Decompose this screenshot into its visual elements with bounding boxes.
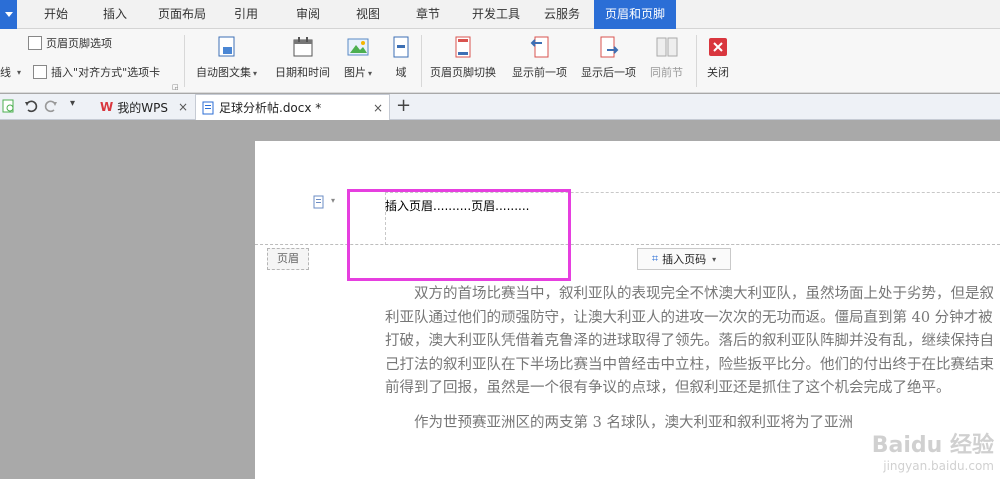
tab-document[interactable]: 足球分析帖.docx * ×	[195, 94, 390, 120]
watermark: Baidu 经验 jingyan.baidu.com	[871, 433, 994, 473]
picture-icon	[347, 38, 369, 56]
calendar-icon	[293, 37, 312, 57]
header-label: 页眉	[267, 248, 309, 270]
document-icon	[202, 101, 214, 114]
insert-align-tab-button[interactable]: 线 ▾ 插入"对齐方式"选项卡	[0, 63, 160, 81]
close-header-footer-button[interactable]: 关闭	[706, 35, 730, 80]
auto-text-icon	[218, 36, 234, 57]
tab-header-footer[interactable]: 页眉和页脚	[594, 0, 676, 29]
insert-page-number-button[interactable]: ⌗ 插入页码 ▾	[637, 248, 731, 270]
close-icon	[709, 38, 727, 56]
undo-icon[interactable]	[24, 99, 38, 113]
divider	[184, 35, 185, 87]
new-tab-button[interactable]: +	[396, 95, 411, 116]
same-as-previous-button[interactable]: 同前节	[650, 35, 683, 80]
chevron-down-icon: ▾	[368, 69, 373, 78]
redo-icon[interactable]	[44, 99, 58, 113]
tab-cloud[interactable]: 云服务	[534, 0, 590, 29]
document-tab-bar: ▾ W 我的WPS × 足球分析帖.docx * × +	[0, 94, 1000, 120]
body-text[interactable]: 双方的首场比赛当中，叙利亚队的表现完全不怵澳大利亚队，虽然场面上处于劣势，但是叙…	[385, 283, 1000, 446]
tab-view[interactable]: 视图	[344, 0, 392, 29]
same-as-previous-icon	[656, 37, 677, 57]
chevron-down-icon: ▾	[712, 254, 717, 264]
dialog-launcher-icon[interactable]: ◲	[172, 83, 179, 91]
picture-button[interactable]: 图片 ▾	[344, 35, 372, 80]
wps-logo-icon: W	[100, 100, 114, 114]
divider	[421, 35, 422, 87]
page-number-icon: ⌗	[651, 252, 659, 265]
chevron-down-icon: ▾	[17, 67, 22, 77]
tab-chapter[interactable]: 章节	[404, 0, 452, 29]
tab-page-layout[interactable]: 页面布局	[148, 0, 216, 29]
menu-bar: 开始 插入 页面布局 引用 审阅 视图 章节 开发工具 云服务 页眉和页脚	[0, 0, 1000, 29]
chevron-down-icon: ▾	[253, 69, 258, 78]
show-next-button[interactable]: 显示后一项	[581, 35, 636, 80]
show-previous-button[interactable]: 显示前一项	[512, 35, 567, 80]
page-options-icon	[28, 36, 42, 50]
document-canvas: ▾ 插入页眉..........页眉......... 页眉 ⌗ 插入页码 ▾ …	[0, 120, 1000, 479]
field-button[interactable]: 域	[389, 35, 413, 80]
preview-icon[interactable]	[2, 99, 16, 113]
tab-review[interactable]: 审阅	[284, 0, 332, 29]
header-footer-switch-button[interactable]: 页眉页脚切换	[430, 35, 496, 80]
switch-icon	[455, 36, 471, 58]
highlight-box	[347, 189, 571, 281]
date-time-button[interactable]: 日期和时间	[275, 35, 330, 80]
close-tab-icon[interactable]: ×	[178, 100, 188, 114]
show-previous-icon	[530, 36, 548, 58]
tab-references[interactable]: 引用	[222, 0, 270, 29]
close-tab-icon[interactable]: ×	[373, 101, 383, 115]
tab-my-wps[interactable]: W 我的WPS ×	[94, 94, 194, 120]
tab-dev-tools[interactable]: 开发工具	[462, 0, 530, 29]
header-options-icon[interactable]	[313, 195, 325, 209]
tab-start[interactable]: 开始	[28, 0, 84, 29]
chevron-down-icon[interactable]: ▾	[331, 196, 335, 205]
auto-text-button[interactable]: 自动图文集 ▾	[196, 35, 257, 80]
header-footer-options-button[interactable]: 页眉页脚选项	[28, 34, 112, 52]
divider	[696, 35, 697, 87]
ribbon: 页眉页脚选项 线 ▾ 插入"对齐方式"选项卡 ◲ 自动图文集 ▾ 日期和时间 图片…	[0, 29, 1000, 93]
paragraph: 双方的首场比赛当中，叙利亚队的表现完全不怵澳大利亚队，虽然场面上处于劣势，但是叙…	[385, 286, 994, 396]
show-next-icon	[600, 36, 618, 58]
customize-toolbar-icon[interactable]: ▾	[70, 98, 84, 112]
field-icon	[393, 36, 409, 58]
tab-insert[interactable]: 插入	[90, 0, 140, 29]
app-menu-dropdown[interactable]	[0, 0, 17, 29]
insert-align-icon	[33, 65, 48, 79]
